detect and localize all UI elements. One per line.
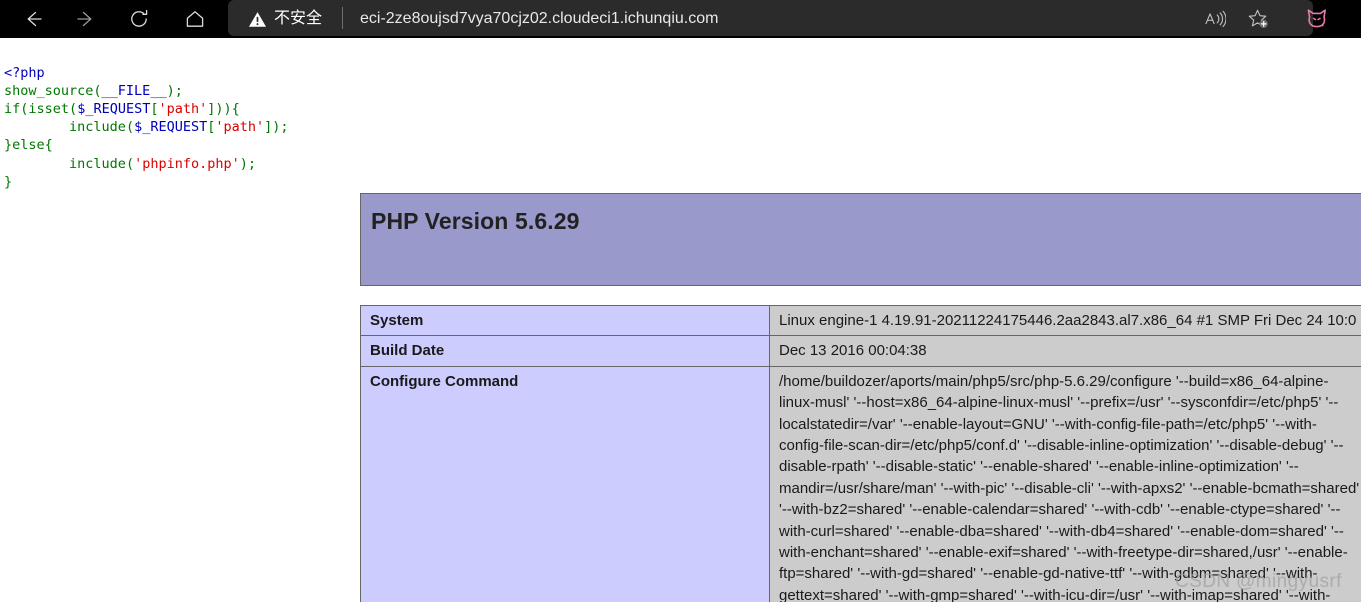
back-icon[interactable] [18, 4, 48, 34]
php-token: __FILE__ [101, 82, 167, 99]
php-token: if [4, 100, 21, 117]
table-row: System Linux engine-1 4.19.91-20211224175… [360, 304, 1361, 337]
php-token: ( [125, 119, 135, 136]
reload-icon[interactable] [124, 4, 154, 34]
php-token: } [4, 137, 13, 154]
php-token: <?php [4, 64, 45, 81]
php-token: include [69, 155, 126, 172]
php-token: isset [28, 100, 70, 117]
php-token: else [12, 137, 45, 154]
read-aloud-icon[interactable] [1200, 4, 1230, 34]
page-viewport: <?php show_source(__FILE__); if(isset($_… [0, 38, 1361, 602]
table-row: Build Date Dec 13 2016 00:04:38 [360, 335, 1361, 367]
php-token: ]); [264, 119, 289, 136]
warning-triangle-icon [248, 10, 267, 29]
php-token: include [69, 119, 126, 136]
phpinfo-table: System Linux engine-1 4.19.91-20211224175… [360, 304, 1361, 602]
phpinfo-key-cell: Build Date [360, 335, 770, 367]
profile-avatar[interactable] [1300, 2, 1334, 36]
php-source-listing: <?php show_source(__FILE__); if(isset($_… [4, 64, 289, 191]
home-icon[interactable] [180, 4, 210, 34]
php-token: ])){ [207, 100, 240, 117]
php-token: ( [93, 82, 102, 99]
php-token: ; [174, 82, 183, 99]
php-token: ) [166, 82, 175, 99]
security-indicator[interactable]: 不安全 [248, 5, 322, 33]
php-token: 'phpinfo.php' [134, 155, 240, 172]
phpinfo-header-banner: PHP Version 5.6.29 [360, 193, 1361, 286]
php-token: show_source [4, 82, 94, 99]
phpinfo-key-cell: Configure Command [360, 365, 770, 602]
php-token: ( [125, 155, 135, 172]
php-token [4, 156, 69, 172]
phpinfo-value-cell: /home/buildozer/aports/main/php5/src/php… [769, 365, 1361, 602]
phpinfo-key-cell: System [360, 304, 770, 337]
url-input[interactable]: eci-2ze8oujsd7vya70cjz02.cloudeci1.ichun… [360, 6, 718, 32]
php-version-title: PHP Version 5.6.29 [371, 208, 580, 234]
security-label: 不安全 [274, 10, 323, 27]
php-token: ); [239, 155, 257, 172]
phpinfo-value-cell: Dec 13 2016 00:04:38 [769, 335, 1361, 367]
php-token: 'path' [158, 100, 208, 117]
php-token: $_REQUEST [134, 119, 208, 136]
table-row: Configure Command/home/buildozer/aports/… [360, 365, 1361, 602]
phpinfo-block: PHP Version 5.6.29 System Linux engine-1 … [360, 193, 1361, 602]
browser-toolbar: 不安全 eci-2ze8oujsd7vya70cjz02.cloudeci1.i… [0, 0, 1361, 38]
php-token [4, 119, 69, 135]
php-token: $_REQUEST [77, 100, 151, 117]
favorite-star-icon[interactable] [1243, 4, 1273, 34]
phpinfo-value-cell: Linux engine-1 4.19.91-20211224175446.2a… [769, 304, 1361, 337]
php-token: ( [69, 100, 78, 117]
php-token: { [44, 137, 53, 154]
php-token: } [4, 173, 13, 190]
address-divider [342, 7, 343, 29]
forward-icon[interactable] [71, 4, 101, 34]
php-token: 'path' [215, 119, 265, 136]
